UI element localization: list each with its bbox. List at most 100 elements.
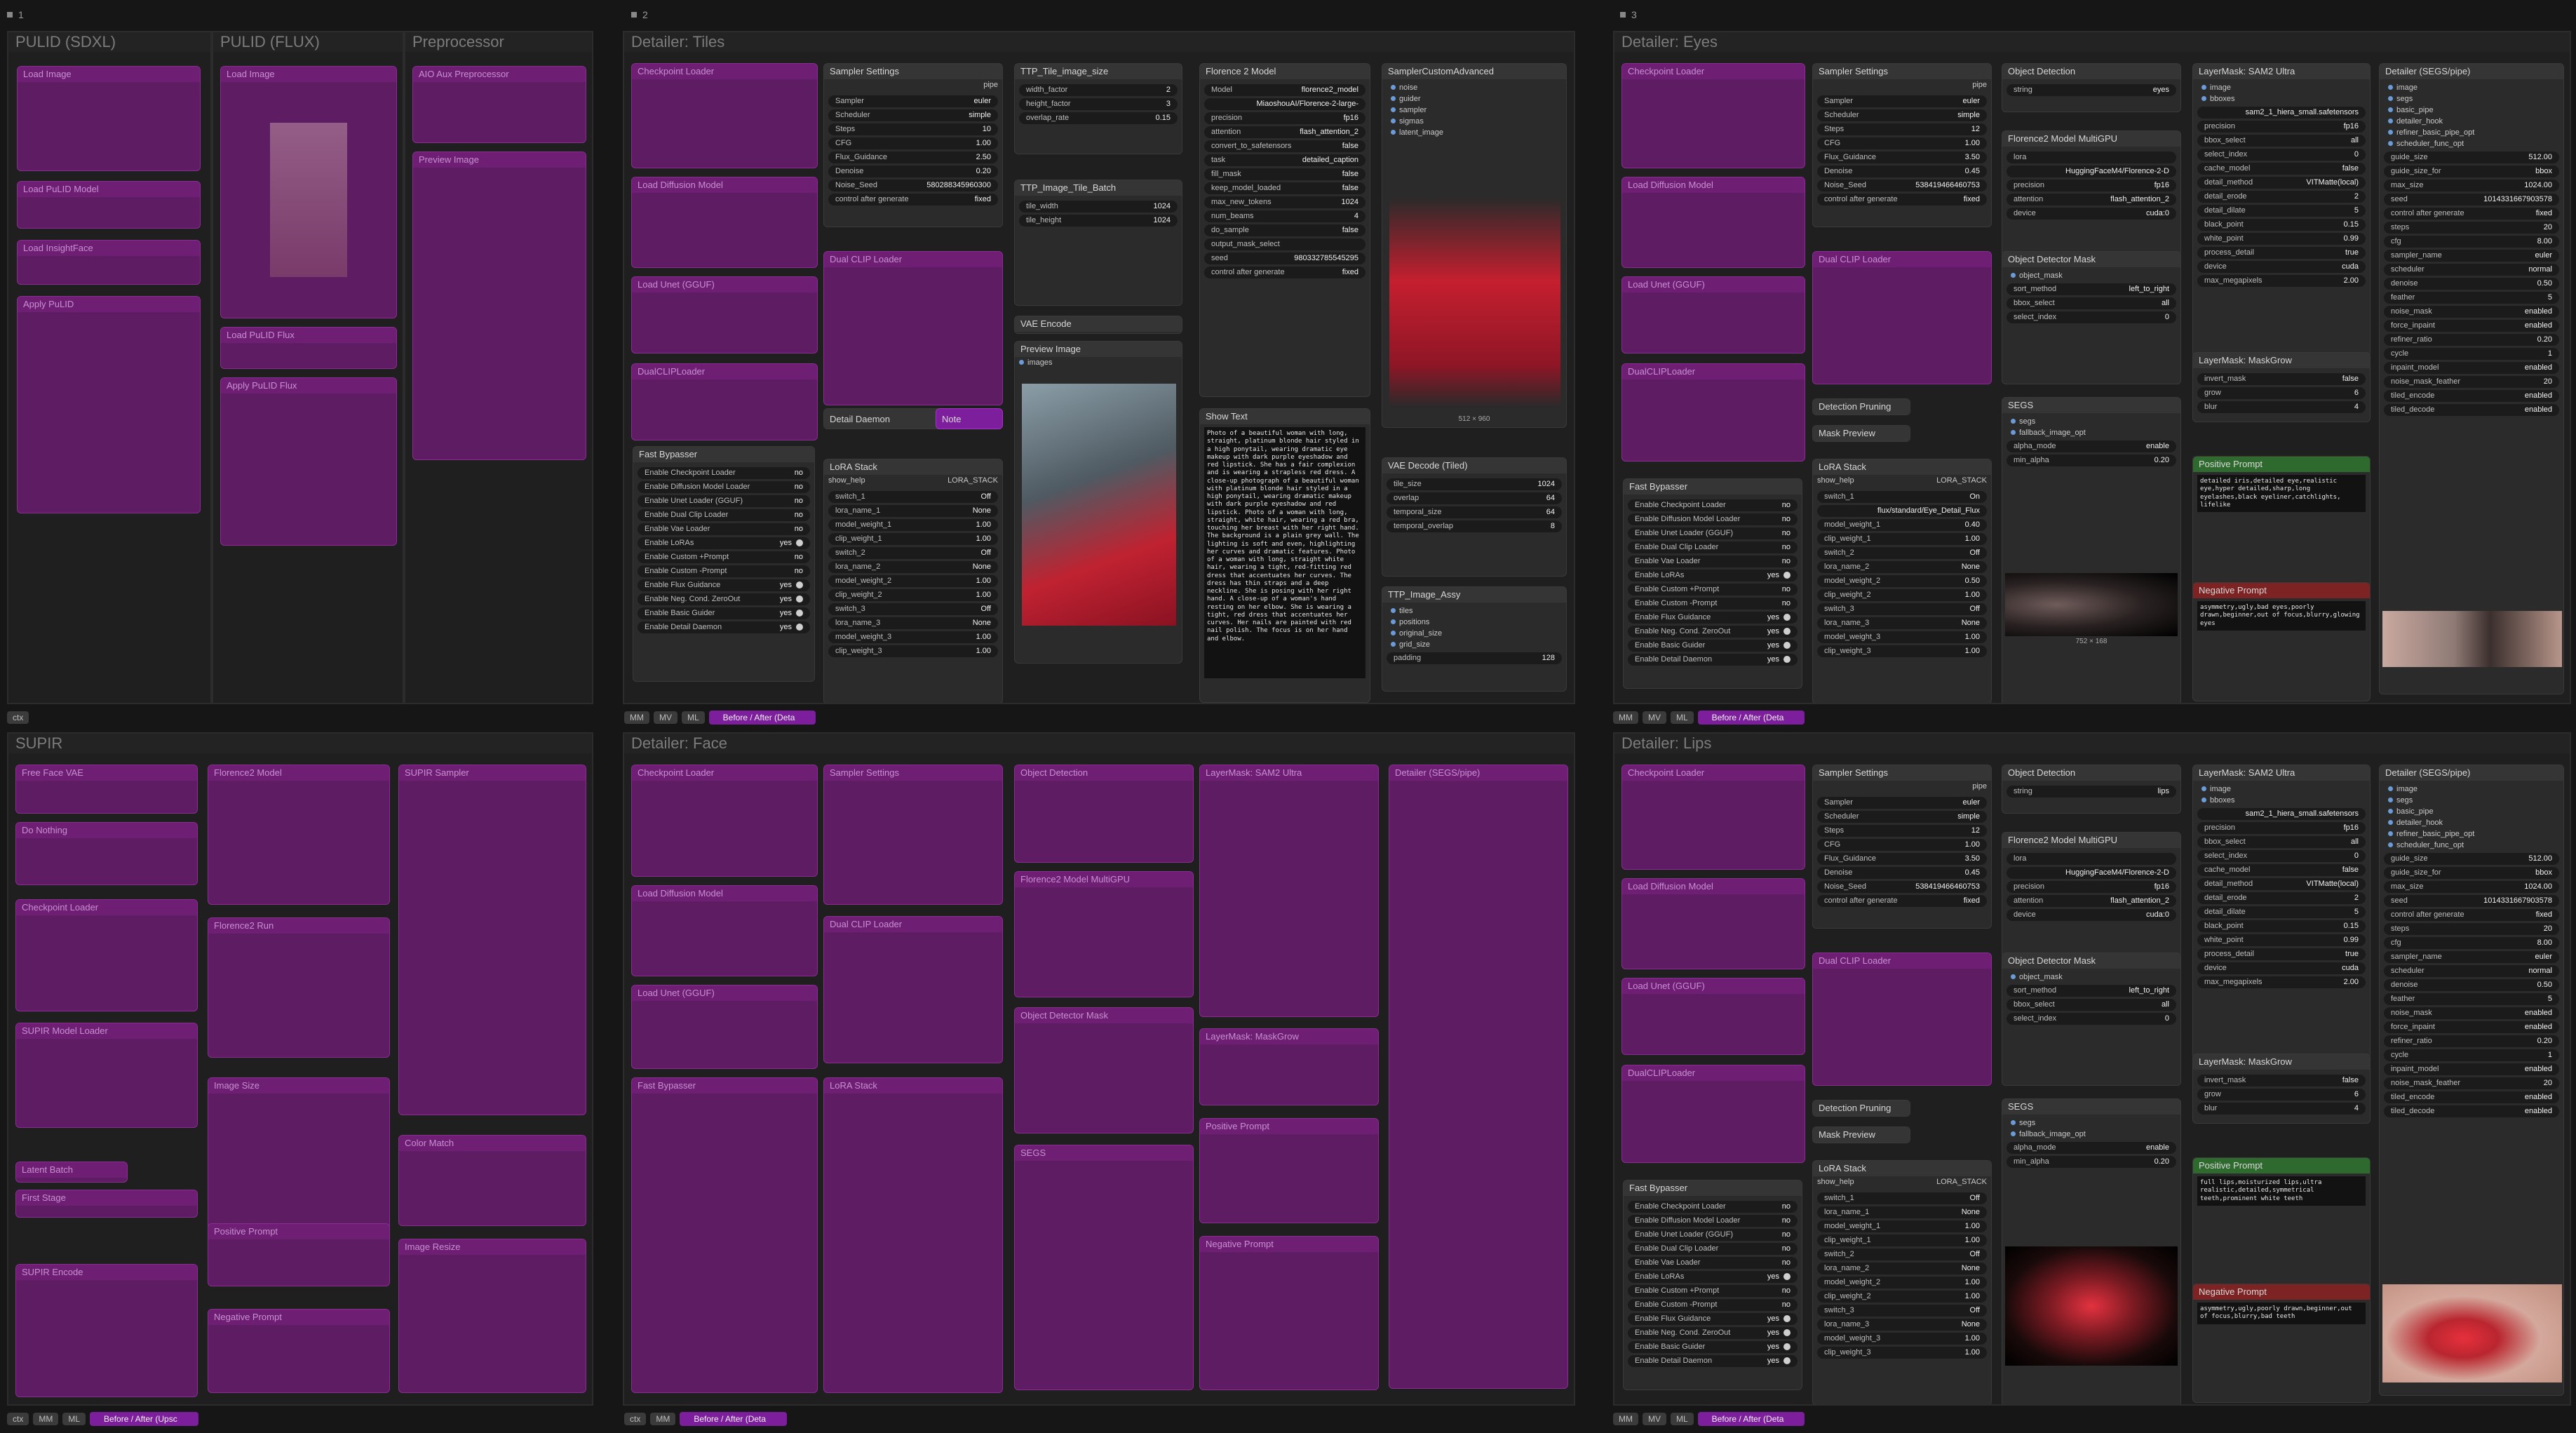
bypass-toggle[interactable]: Enable Basic Guider yes <box>1628 640 1798 652</box>
widget[interactable]: precision fp16 <box>1204 112 1365 124</box>
bypass-toggle[interactable]: Enable Dual Clip Loader no <box>1628 541 1798 553</box>
widget[interactable]: overlap 64 <box>1387 492 1562 504</box>
maskgrow-node[interactable]: LayerMask: MaskGrow invert_mask false grow… <box>2192 1054 2371 1124</box>
widget[interactable]: switch_1 Off <box>1817 1192 1987 1204</box>
input-socket[interactable]: detailer_hook <box>2384 116 2559 127</box>
ttp-tile-image-size-node[interactable]: TTP_Tile_image_size width_factor 2 height_… <box>1014 63 1182 154</box>
widget[interactable]: attention flash_attention_2 <box>1204 126 1365 138</box>
widget[interactable]: steps 20 <box>2384 923 2559 935</box>
widget[interactable]: bbox_select all <box>2007 999 2176 1011</box>
widget[interactable]: attention flash_attention_2 <box>2007 895 2176 907</box>
positive-prompt-node[interactable]: Positive Prompt detailed iris,detailed e… <box>2192 456 2371 596</box>
node-bypassed[interactable]: AIO Aux Preprocessor <box>412 66 586 143</box>
bypass-toggle[interactable]: Enable Vae Loader no <box>1628 1257 1798 1269</box>
node-bypassed[interactable]: Sampler Settings <box>823 765 1003 905</box>
widget[interactable]: fill_mask false <box>1204 168 1365 180</box>
input-socket[interactable]: segs <box>2007 1117 2176 1129</box>
widget[interactable]: switch_2 Off <box>828 547 998 559</box>
widget[interactable]: control after generate fixed <box>1817 895 1987 907</box>
widget[interactable]: sam2_1_hiera_small.safetensors <box>2197 107 2366 119</box>
bypass-toggle[interactable]: Enable Custom -Prompt no <box>1628 598 1798 610</box>
string-widget[interactable]: string eyes <box>2007 84 2176 96</box>
node-bypassed[interactable]: Negative Prompt <box>208 1309 390 1393</box>
node-bypassed[interactable]: SUPIR Encode <box>15 1264 198 1397</box>
bypass-toggle[interactable]: Enable Diffusion Model Loader no <box>1628 513 1798 525</box>
node-bypassed[interactable]: Checkpoint Loader <box>15 899 198 1011</box>
widget[interactable]: precision fp16 <box>2007 180 2176 191</box>
node-bypassed[interactable]: Load Diffusion Model <box>631 177 818 268</box>
fast-bypasser-node[interactable]: Fast Bypasser Enable Checkpoint Loader no… <box>1623 1180 1802 1390</box>
widget[interactable]: switch_1 On <box>1817 491 1987 503</box>
input-socket[interactable]: basic_pipe <box>2384 105 2559 116</box>
input-socket[interactable]: scheduler_func_opt <box>2384 840 2559 851</box>
widget[interactable]: Noise_Seed 538419466460753 <box>1817 881 1987 893</box>
ctx-button[interactable]: ctx <box>7 711 29 724</box>
widget[interactable]: denoise 0.50 <box>2384 278 2559 290</box>
bypass-toggle[interactable]: Enable Custom -Prompt no <box>1628 1299 1798 1311</box>
node-bypassed[interactable]: Load Unet (GGUF) <box>631 276 818 354</box>
widget[interactable]: model_weight_3 1.00 <box>1817 1333 1987 1345</box>
widget[interactable]: precision fp16 <box>2197 121 2366 133</box>
florence2-multigpu-node[interactable]: Florence2 Model MultiGPU lora HuggingFace… <box>2002 130 2181 257</box>
ml-button[interactable]: ML <box>62 1413 86 1425</box>
fast-bypasser-node[interactable]: Fast Bypasser Enable Checkpoint Loader no… <box>633 446 815 682</box>
vae-encode-node[interactable]: VAE Encode <box>1014 316 1182 334</box>
widget[interactable]: bbox_select all <box>2197 135 2366 147</box>
ttp-image-tile-batch-node[interactable]: TTP_Image_Tile_Batch tile_width 1024 tile_… <box>1014 180 1182 306</box>
input-socket[interactable]: segs <box>2007 416 2176 427</box>
mm-button[interactable]: MM <box>1613 1413 1638 1425</box>
node-bypassed[interactable]: Fast Bypasser <box>631 1077 818 1393</box>
widget[interactable]: noise_mask enabled <box>2384 1007 2559 1019</box>
widget[interactable]: white_point 0.99 <box>2197 934 2366 946</box>
fast-bypasser-node[interactable]: Fast Bypasser Enable Checkpoint Loader no… <box>1623 478 1802 689</box>
widget[interactable]: white_point 0.99 <box>2197 233 2366 245</box>
node-bypassed[interactable]: Load Diffusion Model <box>631 885 818 976</box>
sampler-settings-node[interactable]: Sampler Settings pipe Sampler euler Schedu… <box>823 63 1003 227</box>
widget[interactable]: model_weight_2 1.00 <box>1817 1277 1987 1289</box>
input-socket[interactable]: image <box>2384 82 2559 93</box>
mask-preview-node[interactable]: Mask Preview <box>1812 1126 1910 1143</box>
node-bypassed[interactable]: Object Detection <box>1014 765 1194 863</box>
before-after-button[interactable]: Before / After (Deta <box>1697 711 1805 725</box>
widget[interactable]: select_index 0 <box>2007 311 2176 323</box>
detection-pruning-node[interactable]: Detection Pruning <box>1812 398 1910 415</box>
widget[interactable]: black_point 0.15 <box>2197 920 2366 932</box>
widget[interactable]: force_inpaint enabled <box>2384 320 2559 332</box>
widget[interactable]: clip_weight_2 1.00 <box>1817 589 1987 601</box>
maskgrow-node[interactable]: LayerMask: MaskGrow invert_mask false grow… <box>2192 352 2371 422</box>
widget[interactable]: sam2_1_hiera_small.safetensors <box>2197 808 2366 820</box>
input-socket[interactable]: latent_image <box>1387 127 1562 138</box>
widget[interactable]: switch_1 Off <box>828 491 998 503</box>
widget[interactable]: Noise_Seed 538419466460753 <box>1817 180 1987 191</box>
node-bypassed[interactable]: Load Unet (GGUF) <box>1621 276 1805 354</box>
widget[interactable]: clip_weight_1 1.00 <box>828 533 998 545</box>
node-bypassed[interactable]: Florence2 Model <box>208 765 390 905</box>
bypass-toggle[interactable]: Enable Neg. Cond. ZeroOut yes <box>638 593 810 605</box>
node-bypassed[interactable]: Preview Image <box>412 152 586 460</box>
widget[interactable]: height_factor 3 <box>1019 98 1178 110</box>
lora-stack-node[interactable]: LoRA Stack show_help LORA_STACK switch_1 O… <box>1812 1160 1992 1404</box>
bypass-toggle[interactable]: Enable LoRAs yes <box>638 537 810 549</box>
input-socket[interactable]: refiner_basic_pipe_opt <box>2384 828 2559 840</box>
input-socket[interactable]: bboxes <box>2197 795 2366 806</box>
input-socket[interactable]: sigmas <box>1387 116 1562 127</box>
widget[interactable]: convert_to_safetensors false <box>1204 140 1365 152</box>
widget[interactable]: Sampler euler <box>1817 95 1987 107</box>
widget[interactable]: lora_name_3 None <box>1817 617 1987 629</box>
node-bypassed[interactable]: LoRA Stack <box>823 1077 1003 1393</box>
preview-image-node[interactable]: Preview Image images <box>1014 341 1182 664</box>
widget[interactable]: Sampler euler <box>1817 797 1987 809</box>
widget[interactable]: grow 6 <box>2197 387 2366 399</box>
widget[interactable]: Denoise 0.45 <box>1817 166 1987 177</box>
widget[interactable]: invert_mask false <box>2197 1075 2366 1086</box>
mv-button[interactable]: MV <box>654 711 677 724</box>
widget[interactable]: cache_model false <box>2197 864 2366 876</box>
detection-pruning-node[interactable]: Detection Pruning <box>1812 1100 1910 1117</box>
input-socket[interactable]: sampler <box>1387 105 1562 116</box>
bypass-toggle[interactable]: Enable Checkpoint Loader no <box>1628 499 1798 511</box>
widget[interactable]: seed 980332785545295 <box>1204 253 1365 264</box>
widget[interactable]: sort_method left_to_right <box>2007 985 2176 997</box>
widget[interactable]: device cuda <box>2197 962 2366 974</box>
bypass-toggle[interactable]: Enable Basic Guider yes <box>1628 1341 1798 1353</box>
bypass-toggle[interactable]: Enable Detail Daemon yes <box>1628 654 1798 666</box>
